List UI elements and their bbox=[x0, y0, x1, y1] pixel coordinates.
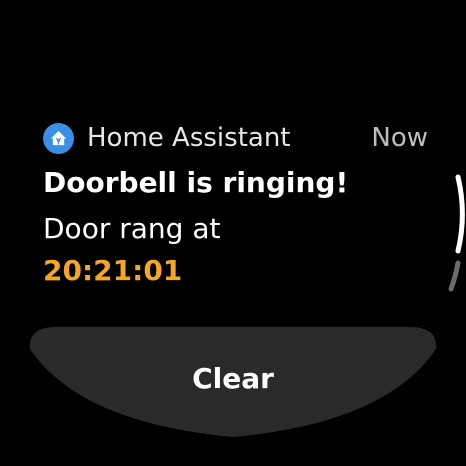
watch-screen: Home Assistant Now Doorbell is ringing! … bbox=[0, 0, 466, 466]
notification-body: Door rang at bbox=[43, 212, 221, 245]
app-name: Home Assistant bbox=[87, 123, 291, 153]
home-assistant-icon bbox=[43, 122, 74, 154]
notification-time: Now bbox=[371, 123, 428, 153]
notification-time-value: 20:21:01 bbox=[43, 254, 183, 287]
clear-button-label: Clear bbox=[192, 362, 274, 395]
notification-header: Home Assistant Now bbox=[43, 120, 428, 156]
scroll-indicator[interactable] bbox=[438, 165, 466, 295]
notification-title: Doorbell is ringing! bbox=[43, 166, 349, 199]
clear-button[interactable]: Clear bbox=[26, 327, 440, 437]
